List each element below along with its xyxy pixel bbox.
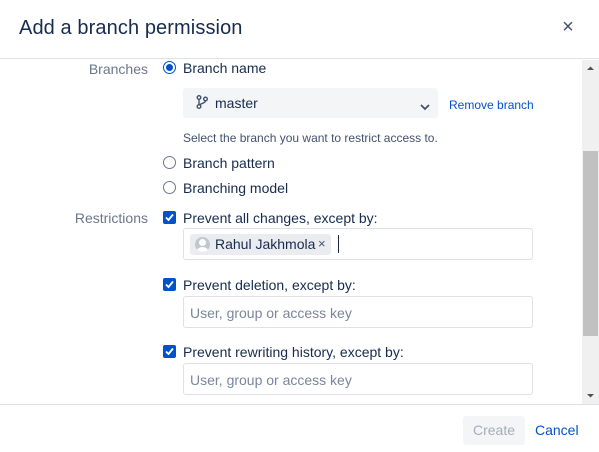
cancel-button[interactable]: Cancel <box>535 416 579 445</box>
prevent-deletion-checkbox[interactable] <box>163 278 176 291</box>
dialog-footer: Create Cancel <box>0 404 599 452</box>
prevent-deletion-users-input[interactable]: User, group or access key <box>183 296 533 328</box>
restrictions-label: Restrictions <box>74 210 148 226</box>
dialog-title: Add a branch permission <box>19 17 243 39</box>
branch-permission-dialog: Add a branch permission × Branches Branc… <box>0 0 599 452</box>
dialog-body: Branches Branch name master Remove branc… <box>0 60 582 404</box>
branching-model-radio[interactable] <box>163 181 176 194</box>
branches-label: Branches <box>88 61 148 77</box>
dialog-header: Add a branch permission × <box>0 0 599 59</box>
remove-user-icon[interactable]: × <box>318 236 326 251</box>
remove-branch-link[interactable]: Remove branch <box>449 98 534 112</box>
prevent-changes-checkbox[interactable] <box>163 211 176 224</box>
branching-model-label[interactable]: Branching model <box>183 180 288 196</box>
scroll-down-icon[interactable] <box>582 387 599 404</box>
prevent-rewrite-checkbox[interactable] <box>163 345 176 358</box>
user-tag-name: Rahul Jakhmola <box>215 236 316 252</box>
branch-name-radio[interactable] <box>163 61 176 74</box>
prevent-changes-users-input[interactable]: Rahul Jakhmola × <box>183 228 533 260</box>
branch-help-text: Select the branch you want to restrict a… <box>183 131 438 145</box>
prevent-rewrite-users-input[interactable]: User, group or access key <box>183 363 533 395</box>
branch-name-label[interactable]: Branch name <box>183 60 266 76</box>
branch-select[interactable]: master <box>183 88 438 118</box>
create-button[interactable]: Create <box>463 416 525 445</box>
prevent-rewrite-label[interactable]: Prevent rewriting history, except by: <box>183 344 404 360</box>
branch-icon <box>196 95 208 114</box>
user-tag: Rahul Jakhmola × <box>190 234 331 255</box>
prevent-changes-label[interactable]: Prevent all changes, except by: <box>183 210 378 226</box>
prevent-deletion-placeholder: User, group or access key <box>190 305 352 321</box>
branch-pattern-label[interactable]: Branch pattern <box>183 155 275 171</box>
avatar <box>195 237 210 252</box>
prevent-rewrite-placeholder: User, group or access key <box>190 372 352 388</box>
branch-select-value: master <box>215 95 258 111</box>
scrollbar-thumb[interactable] <box>583 151 598 336</box>
close-icon[interactable]: × <box>558 16 578 38</box>
text-cursor <box>338 235 339 253</box>
prevent-deletion-label[interactable]: Prevent deletion, except by: <box>183 277 356 293</box>
scroll-up-icon[interactable] <box>582 60 599 77</box>
vertical-scrollbar[interactable] <box>582 60 599 404</box>
chevron-down-icon <box>420 98 430 116</box>
branch-pattern-radio[interactable] <box>163 156 176 169</box>
